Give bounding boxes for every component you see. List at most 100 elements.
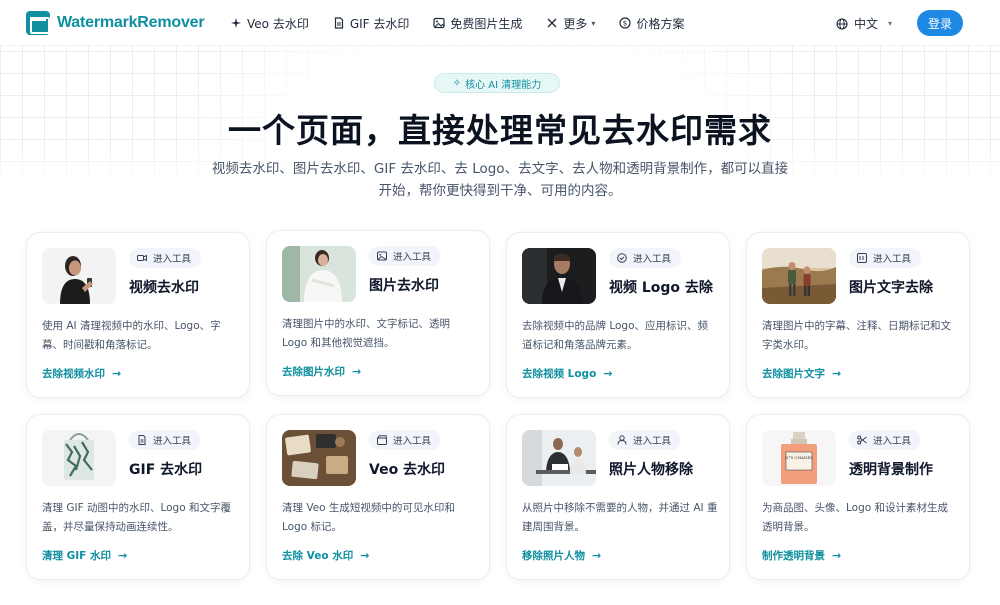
card-link[interactable]: 去除图片水印 →: [282, 364, 361, 379]
card-link-label: 制作透明背景: [762, 550, 825, 562]
card-link-label: 去除图片水印: [282, 366, 345, 378]
card-link[interactable]: 去除视频 Logo →: [522, 366, 613, 381]
thumbnail-office-people: [522, 430, 596, 486]
card-description: 为商品图、头像、Logo 和设计素材生成透明背景。: [762, 502, 949, 533]
card-title: 透明背景制作: [849, 462, 933, 478]
nav-link-more[interactable]: 更多 ▾: [546, 15, 595, 32]
enter-tool-tag: 进入工具: [609, 248, 682, 268]
hero-subtitle-line: 开始，帮你更快得到干净、可用的内容。: [378, 183, 622, 199]
card-description: 从照片中移除不需要的人物，并通过 AI 重建周围背景。: [522, 502, 718, 533]
thumbnail-gif-tote: [42, 430, 116, 486]
hero-subtitle-line: 视频去水印、图片去水印、GIF 去水印、去 Logo、去文字、去人物和透明背景制…: [211, 161, 789, 177]
card-link[interactable]: 移除照片人物 →: [522, 548, 601, 563]
perfume-label: N°5 CHANEL: [785, 455, 813, 460]
enter-tool-tag: 进入工具: [129, 248, 202, 268]
card-link[interactable]: 去除图片文字 →: [762, 366, 841, 381]
card-title: 图片文字去除: [849, 280, 933, 296]
card-link[interactable]: 清理 GIF 水印 →: [42, 548, 127, 563]
tool-card-veo-watermark[interactable]: 进入工具 Veo 去水印 清理 Veo 生成短视频中的可见水印和 Logo 标记…: [266, 414, 490, 580]
brand-logo[interactable]: WatermarkRemover: [26, 11, 205, 35]
nav-link-gif[interactable]: GIF 去水印: [333, 15, 410, 32]
nav-link-label: 免费图片生成: [450, 16, 523, 31]
thumbnail-man-suit: [522, 248, 596, 304]
clapper-icon: [377, 435, 387, 445]
tag-label: 进入工具: [633, 254, 672, 265]
tool-card-image-text[interactable]: 进入工具 图片文字去除 清理图片中的字幕、注释、日期标记和文字类水印。 去除图片…: [746, 232, 970, 398]
card-title: 照片人物移除: [609, 462, 693, 478]
hero-badge: ✧ 核心 AI 清理能力: [434, 73, 560, 93]
tool-card-transparent-bg[interactable]: N°5 CHANEL 进入工具 透明背景制作 为商品图、头像、Logo 和设计素…: [746, 414, 970, 580]
card-title: 图片去水印: [369, 278, 439, 294]
file-icon: [333, 17, 345, 29]
nav-links: Veo 去水印 GIF 去水印 免费图片生成 更多 ▾ $ 价格方案: [230, 0, 708, 46]
tag-label: 进入工具: [393, 252, 432, 263]
thumbnail-woman-white: [282, 246, 356, 302]
enter-tool-tag: 进入工具: [849, 248, 922, 268]
file-icon: [137, 435, 147, 445]
language-label: 中文: [854, 17, 879, 31]
arrow-right-icon: →: [352, 365, 362, 378]
card-link[interactable]: 去除 Veo 水印 →: [282, 548, 369, 563]
card-link-label: 去除图片文字: [762, 368, 825, 380]
tools-icon: [546, 17, 558, 29]
video-icon: [137, 253, 147, 263]
scissors-icon: [857, 435, 867, 445]
arrow-right-icon: →: [112, 367, 122, 380]
tool-card-gif-watermark[interactable]: 进入工具 GIF 去水印 清理 GIF 动图中的水印、Logo 和文字覆盖，并尽…: [26, 414, 250, 580]
brand-name: WatermarkRemover: [57, 14, 205, 31]
card-description: 使用 AI 清理视频中的水印、Logo、字幕、时间戳和角落标记。: [42, 320, 221, 351]
card-description: 清理图片中的水印、文字标记、透明 Logo 和其他视觉遮挡。: [282, 318, 450, 349]
dollar-icon: $: [619, 17, 632, 29]
sparkle-icon: ✧: [452, 77, 462, 89]
card-description: 清理图片中的字幕、注释、日期标记和文字类水印。: [762, 320, 951, 351]
nav-link-label: GIF 去水印: [349, 16, 410, 31]
thumbnail-perfume: N°5 CHANEL: [762, 430, 836, 486]
tag-label: 进入工具: [153, 436, 192, 447]
arrow-right-icon: →: [118, 549, 128, 562]
nav-link-label: Veo 去水印: [247, 16, 309, 31]
thumbnail-desk-materials: [282, 430, 356, 486]
hero-badge-label: 核心 AI 清理能力: [465, 79, 542, 91]
card-link-label: 移除照片人物: [522, 550, 585, 562]
nav-link-label: 更多: [563, 16, 588, 31]
top-navbar: WatermarkRemover Veo 去水印 GIF 去水印 免费图片生成 …: [0, 0, 1000, 46]
card-description: 清理 GIF 动图中的水印、Logo 和文字覆盖，并尽量保持动画连续性。: [42, 502, 231, 533]
check-circle-icon: [617, 253, 627, 263]
card-link-label: 去除视频 Logo: [522, 368, 597, 380]
page-title: 一个页面，直接处理常见去水印需求: [228, 111, 772, 150]
tag-label: 进入工具: [393, 436, 432, 447]
card-description: 清理 Veo 生成短视频中的可见水印和 Logo 标记。: [282, 502, 455, 533]
arrow-right-icon: →: [832, 367, 842, 380]
nav-link-veo[interactable]: Veo 去水印: [230, 15, 309, 32]
card-link[interactable]: 制作透明背景 →: [762, 548, 841, 563]
arrow-right-icon: →: [832, 549, 842, 562]
nav-link-pricing[interactable]: $ 价格方案: [619, 15, 684, 32]
enter-tool-tag: 进入工具: [369, 246, 442, 266]
clapperboard-logo-icon: [26, 11, 50, 35]
tool-card-image-watermark[interactable]: 进入工具 图片去水印 清理图片中的水印、文字标记、透明 Logo 和其他视觉遮挡…: [266, 230, 490, 396]
card-description: 去除视频中的品牌 Logo、应用标识、频道标记和角落品牌元素。: [522, 320, 709, 351]
enter-tool-tag: 进入工具: [129, 430, 202, 450]
language-selector[interactable]: 中文 ▾: [836, 15, 892, 32]
globe-icon: [836, 17, 848, 30]
user-icon: [617, 435, 627, 445]
tag-label: 进入工具: [873, 436, 912, 447]
tool-card-video-watermark[interactable]: 进入工具 视频去水印 使用 AI 清理视频中的水印、Logo、字幕、时间戳和角落…: [26, 232, 250, 398]
card-title: 视频去水印: [129, 280, 199, 296]
nav-link-label: 价格方案: [636, 16, 685, 31]
arrow-right-icon: →: [592, 549, 602, 562]
nav-link-image-gen[interactable]: 免费图片生成: [433, 15, 522, 32]
thumbnail-couple-hiking: [762, 248, 836, 304]
image-icon: [377, 251, 387, 261]
tag-label: 进入工具: [633, 436, 672, 447]
tool-card-person-remove[interactable]: 进入工具 照片人物移除 从照片中移除不需要的人物，并通过 AI 重建周围背景。 …: [506, 414, 730, 580]
login-button[interactable]: 登录: [917, 10, 963, 36]
card-link-label: 去除视频水印: [42, 368, 105, 380]
card-title: GIF 去水印: [129, 462, 203, 478]
card-link-label: 清理 GIF 水印: [42, 550, 112, 562]
tool-card-video-logo[interactable]: 进入工具 视频 Logo 去除 去除视频中的品牌 Logo、应用标识、频道标记和…: [506, 232, 730, 398]
card-title: 视频 Logo 去除: [609, 280, 713, 296]
card-title: Veo 去水印: [369, 462, 446, 478]
card-link-label: 去除 Veo 水印: [282, 550, 354, 562]
card-link[interactable]: 去除视频水印 →: [42, 366, 121, 381]
